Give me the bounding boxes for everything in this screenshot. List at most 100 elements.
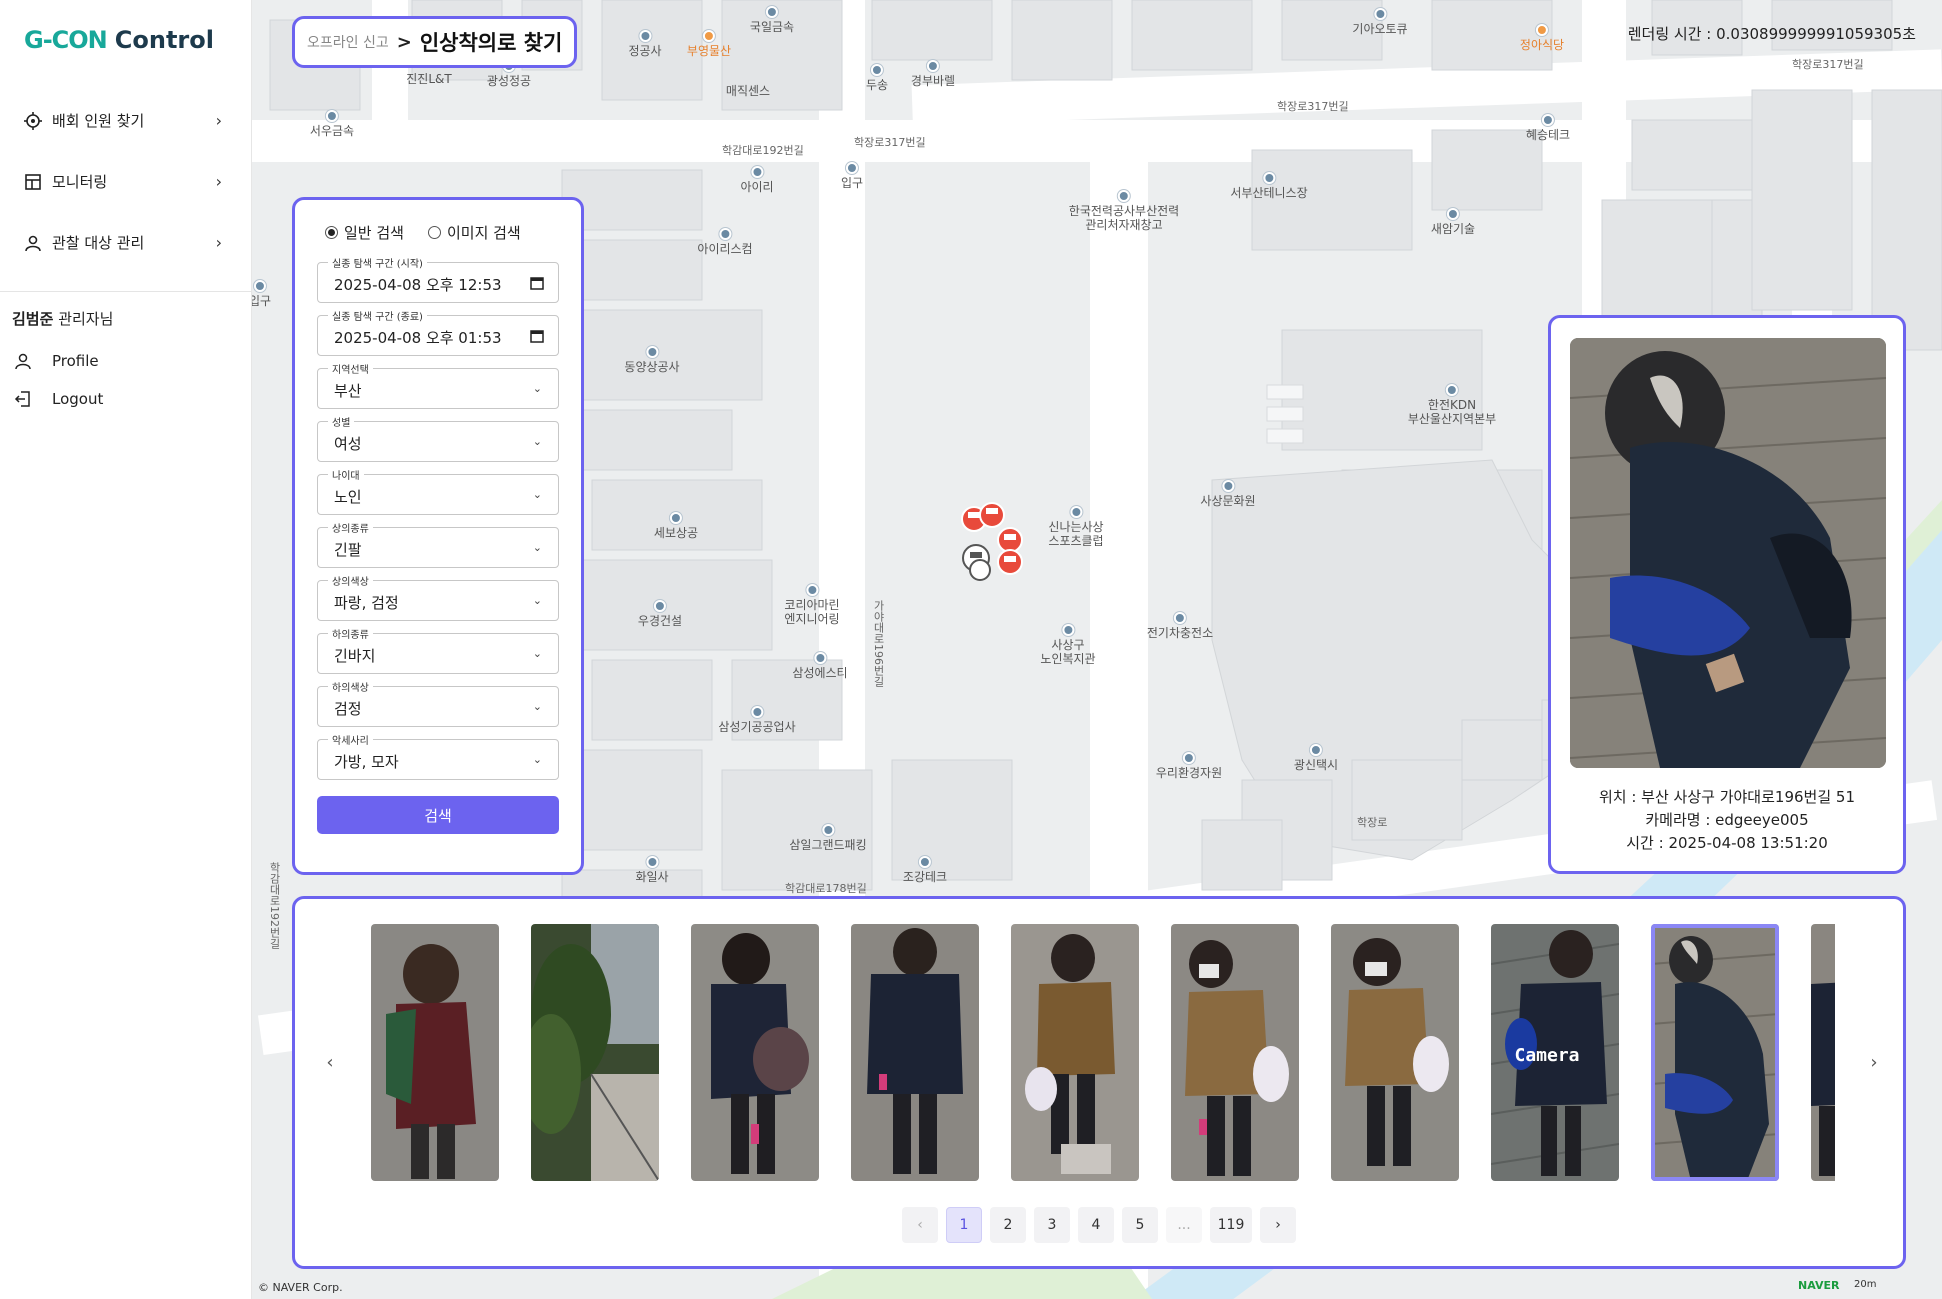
map-poi[interactable]: 신나는사상 스포츠클럽: [1048, 506, 1104, 549]
chevron-right-icon: ›: [215, 172, 222, 191]
field-label: 상의종류: [328, 520, 373, 535]
page-button[interactable]: 2: [990, 1207, 1026, 1243]
age-group-select[interactable]: 나이대 노인 ⌄: [317, 467, 559, 515]
road-label: 학장로317번길: [1277, 100, 1349, 113]
map-poi[interactable]: 조강테크: [903, 856, 947, 884]
radio-general-search[interactable]: 일반 검색: [325, 222, 404, 243]
result-thumbnail[interactable]: [1171, 924, 1299, 1181]
road-label: 학장로317번길: [854, 136, 926, 149]
map-scale: 20m: [1854, 1279, 1877, 1290]
map-poi[interactable]: 매직센스: [726, 84, 770, 98]
result-thumbnail[interactable]: [531, 924, 659, 1181]
page-button[interactable]: 5: [1122, 1207, 1158, 1243]
top-type-select[interactable]: 상의종류 긴팔 ⌄: [317, 520, 559, 568]
result-thumbnail[interactable]: [371, 924, 499, 1181]
map-poi[interactable]: 동양상공사: [624, 346, 680, 374]
map-poi[interactable]: 한전KDN 부산울산지역본부: [1408, 384, 1496, 427]
map-poi[interactable]: 사상구 노인복지관: [1040, 624, 1096, 667]
gender-select[interactable]: 성별 여성 ⌄: [317, 414, 559, 462]
map-poi[interactable]: 혜승테크: [1526, 114, 1570, 142]
result-thumbnail-selected[interactable]: [1651, 924, 1779, 1181]
map-poi[interactable]: 경부바렐: [911, 60, 955, 88]
map-poi[interactable]: 국일금속: [750, 6, 794, 34]
top-color-select[interactable]: 상의색상 파랑, 검정 ⌄: [317, 573, 559, 621]
field-value: 긴바지: [334, 647, 376, 665]
field-label: 지역선택: [328, 361, 373, 376]
map-poi[interactable]: 삼성기공공업사: [718, 706, 796, 734]
result-thumbnail[interactable]: [1811, 924, 1835, 1181]
result-thumbnail[interactable]: [1331, 924, 1459, 1181]
field-label: 나이대: [328, 467, 364, 482]
page-button[interactable]: 4: [1078, 1207, 1114, 1243]
map-poi[interactable]: 사상문화원: [1200, 480, 1256, 508]
logout-link[interactable]: Logout: [12, 385, 103, 413]
field-value: 2025-04-08 오후 12:53: [334, 276, 502, 294]
result-thumbnail[interactable]: [691, 924, 819, 1181]
target-icon: [22, 110, 44, 132]
app-logo[interactable]: G-CON Control: [24, 26, 214, 54]
layout-icon: [22, 171, 44, 193]
page-button-last[interactable]: 119: [1210, 1207, 1252, 1243]
map-poi[interactable]: 코리아마린 엔지니어링: [784, 584, 840, 627]
chevron-right-icon: ›: [1870, 1051, 1878, 1073]
search-button[interactable]: 검색: [317, 796, 559, 834]
map-poi[interactable]: 서부산테니스장: [1230, 172, 1308, 200]
region-select[interactable]: 지역선택 부산 ⌄: [317, 361, 559, 409]
map-poi[interactable]: 정아식당: [1520, 24, 1564, 52]
field-value: 부산: [334, 382, 362, 400]
bottom-color-select[interactable]: 하의색상 검정 ⌄: [317, 679, 559, 727]
map-poi[interactable]: 전기차충전소: [1147, 612, 1213, 640]
field-value: 검정: [334, 700, 362, 718]
map-poi[interactable]: 입구: [252, 280, 271, 308]
map-poi[interactable]: 세보상공: [654, 512, 698, 540]
field-label: 하의종류: [328, 626, 373, 641]
map-poi[interactable]: 우경건설: [638, 600, 682, 628]
search-start-date-field[interactable]: 실종 탐색 구간 (시작) 2025-04-08 오후 12:53: [317, 255, 559, 303]
map-poi[interactable]: 화일사: [635, 856, 669, 884]
carousel-prev-button[interactable]: ‹: [315, 1047, 345, 1077]
profile-link[interactable]: Profile: [12, 347, 99, 375]
radio-indicator: [427, 225, 441, 239]
sidebar-item-monitoring[interactable]: 모니터링 ›: [0, 151, 252, 212]
map-poi[interactable]: 기아오토큐: [1352, 8, 1408, 36]
map-poi[interactable]: 아이리: [740, 166, 774, 194]
calendar-icon[interactable]: [530, 275, 544, 290]
chevron-down-icon: ⌄: [532, 541, 542, 554]
road-label: 학감대로192번길: [722, 144, 804, 157]
page-prev-button[interactable]: ‹: [902, 1207, 938, 1243]
map-poi[interactable]: 두송: [866, 64, 888, 92]
map-poi[interactable]: 삼성에스티: [792, 652, 848, 680]
map-poi[interactable]: 새암기술: [1431, 208, 1475, 236]
pagination: ‹ 1 2 3 4 5 ... 119 ›: [295, 1207, 1903, 1243]
page-button[interactable]: 1: [946, 1207, 982, 1243]
map-poi[interactable]: 우리환경자원: [1156, 752, 1222, 780]
map-poi[interactable]: 서우금속: [310, 110, 354, 138]
road-label: 학장로: [1357, 816, 1388, 829]
map-poi[interactable]: 광신택시: [1294, 744, 1338, 772]
page-button[interactable]: 3: [1034, 1207, 1070, 1243]
detail-panel: 위치 : 부산 사상구 가야대로196번길 51 카메라명 : edgeeye0…: [1548, 315, 1906, 874]
map-poi[interactable]: 입구: [841, 162, 863, 190]
carousel-next-button[interactable]: ›: [1859, 1047, 1889, 1077]
detail-info: 위치 : 부산 사상구 가야대로196번길 51 카메라명 : edgeeye0…: [1551, 786, 1903, 855]
user-icon: [22, 232, 44, 254]
map-poi[interactable]: 삼일그랜드패킹: [789, 824, 867, 852]
sidebar-item-watchlist[interactable]: 관찰 대상 관리 ›: [0, 212, 252, 273]
radio-image-search[interactable]: 이미지 검색: [427, 222, 521, 243]
search-end-date-field[interactable]: 실종 탐색 구간 (종료) 2025-04-08 오후 01:53: [317, 308, 559, 356]
bottom-type-select[interactable]: 하의종류 긴바지 ⌄: [317, 626, 559, 674]
map-poi[interactable]: 아이리스컴: [697, 228, 753, 256]
field-label: 하의색상: [328, 679, 373, 694]
calendar-icon[interactable]: [530, 328, 544, 343]
result-thumbnail[interactable]: Camera: [1491, 924, 1619, 1181]
breadcrumb-parent[interactable]: 오프라인 신고: [307, 32, 389, 52]
map-poi[interactable]: 한국전력공사부산전력 관리처자재창고: [1069, 190, 1179, 233]
result-thumbnail[interactable]: [851, 924, 979, 1181]
map-poi[interactable]: 정공사: [628, 30, 662, 58]
accessory-select[interactable]: 악세사리 가방, 모자 ⌄: [317, 732, 559, 780]
page-next-button[interactable]: ›: [1260, 1207, 1296, 1243]
sidebar-item-wandering[interactable]: 배회 인원 찾기 ›: [0, 90, 252, 151]
result-thumbnail[interactable]: [1011, 924, 1139, 1181]
field-value: 여성: [334, 435, 362, 453]
map-poi[interactable]: 부영물산: [687, 30, 731, 58]
